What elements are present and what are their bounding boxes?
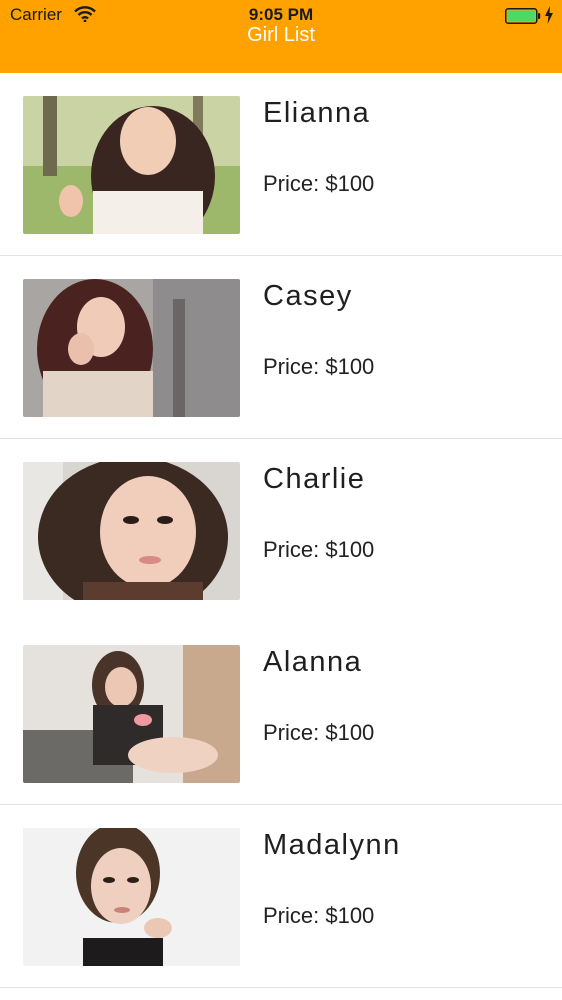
item-price: Price: $100 (263, 171, 375, 196)
list-item[interactable]: Alanna Price: $100 (0, 622, 562, 805)
nav-title: Girl List (247, 24, 315, 46)
portrait-photo-icon (23, 462, 240, 600)
girl-list: Elianna Price: $100 Casey Price: $100 Ch… (0, 73, 562, 988)
item-name: Alanna (263, 646, 363, 678)
battery-icon (505, 8, 541, 24)
list-item[interactable]: Casey Price: $100 (0, 256, 562, 439)
list-item[interactable]: Madalynn Price: $100 (0, 805, 562, 988)
item-price: Price: $100 (263, 537, 375, 562)
item-name: Madalynn (263, 829, 401, 861)
portrait-photo-icon (23, 96, 240, 234)
portrait-photo-icon (23, 279, 240, 417)
list-item[interactable]: Elianna Price: $100 (0, 73, 562, 256)
portrait-photo-icon (23, 828, 240, 966)
charging-bolt-icon (544, 6, 554, 24)
item-price: Price: $100 (263, 903, 375, 928)
list-item[interactable]: Charlie Price: $100 (0, 439, 562, 622)
portrait-photo-icon (23, 645, 240, 783)
item-price: Price: $100 (263, 720, 375, 745)
item-price: Price: $100 (263, 354, 375, 379)
item-name: Elianna (263, 97, 371, 129)
nav-bar: Carrier 9:05 PM Girl List (0, 0, 562, 73)
item-name: Charlie (263, 463, 366, 495)
item-name: Casey (263, 280, 353, 312)
status-time: 9:05 PM (248, 5, 314, 24)
